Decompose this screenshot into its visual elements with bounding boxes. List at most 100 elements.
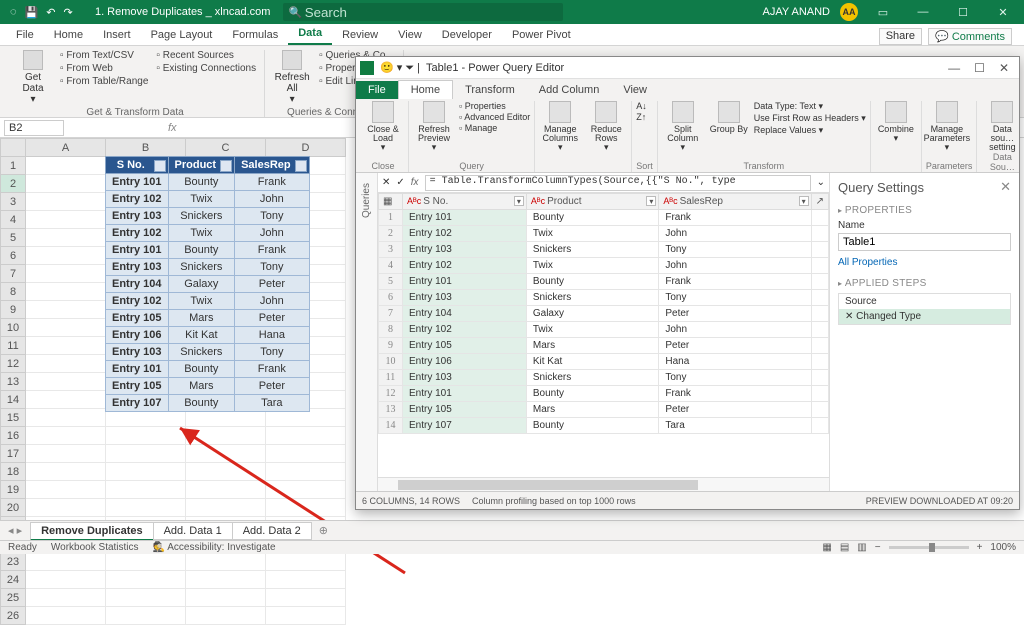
pq-col-header[interactable]: AᴮcSalesRep▾: [659, 194, 811, 210]
row-header[interactable]: 17: [1, 445, 26, 463]
pq-tab-view[interactable]: View: [611, 81, 659, 99]
cell[interactable]: [106, 499, 186, 517]
cell[interactable]: [26, 211, 106, 229]
table-row[interactable]: Entry 101BountyFrank: [106, 174, 310, 191]
share-button[interactable]: Share: [879, 28, 922, 45]
filter-dropdown-icon[interactable]: [220, 160, 232, 172]
cell[interactable]: [106, 463, 186, 481]
pq-row[interactable]: 10Entry 106Kit KatHana: [379, 354, 829, 370]
row-header[interactable]: 2: [1, 175, 26, 193]
pq-row[interactable]: 7Entry 104GalaxyPeter: [379, 306, 829, 322]
cell[interactable]: [26, 355, 106, 373]
cell[interactable]: [186, 463, 266, 481]
pq-col-header[interactable]: AᴮcS No.▾: [403, 194, 527, 210]
zoom-in-button[interactable]: +: [977, 542, 983, 553]
menu-tab-file[interactable]: File: [6, 25, 44, 45]
properties-section[interactable]: PROPERTIES: [838, 205, 1011, 216]
cell[interactable]: [106, 571, 186, 589]
get-data-button[interactable]: Get Data▾: [14, 50, 52, 105]
pq-col-header[interactable]: AᴮcProduct▾: [526, 194, 659, 210]
cell[interactable]: [106, 445, 186, 463]
cell[interactable]: [266, 607, 346, 625]
applied-steps-section[interactable]: APPLIED STEPS: [838, 278, 1011, 289]
pq-ribbon-link[interactable]: Data Type: Text ▾: [754, 101, 866, 112]
accessibility-status[interactable]: 🕵 Accessibility: Investigate: [153, 542, 276, 553]
pq-row[interactable]: 9Entry 105MarsPeter: [379, 338, 829, 354]
zoom-level[interactable]: 100%: [990, 542, 1016, 553]
row-header[interactable]: 24: [1, 571, 26, 589]
name-box[interactable]: B2: [4, 120, 64, 136]
applied-step[interactable]: Source: [839, 294, 1010, 309]
row-header[interactable]: 8: [1, 283, 26, 301]
row-header[interactable]: 6: [1, 247, 26, 265]
cell[interactable]: [106, 607, 186, 625]
cell[interactable]: [186, 427, 266, 445]
row-header[interactable]: 20: [1, 499, 26, 517]
manage-parameters-button[interactable]: Manage Parameters▾: [926, 101, 968, 152]
query-name-input[interactable]: [838, 233, 1011, 251]
table-row[interactable]: Entry 107BountyTara: [106, 395, 310, 412]
cell[interactable]: [26, 229, 106, 247]
search-input[interactable]: [283, 3, 563, 21]
pq-tab-transform[interactable]: Transform: [453, 81, 527, 99]
col-header[interactable]: C: [186, 139, 266, 157]
pq-row[interactable]: 12Entry 101BountyFrank: [379, 386, 829, 402]
pq-close-icon[interactable]: ✕: [999, 61, 1009, 75]
row-header[interactable]: 13: [1, 373, 26, 391]
fx-icon[interactable]: fx: [168, 122, 177, 134]
row-header[interactable]: 16: [1, 427, 26, 445]
cell[interactable]: [26, 463, 106, 481]
cell[interactable]: [26, 409, 106, 427]
table-row[interactable]: Entry 106Kit KatHana: [106, 327, 310, 344]
pq-ribbon-link[interactable]: Use First Row as Headers ▾: [754, 113, 866, 124]
cell[interactable]: [26, 319, 106, 337]
sheet-tab[interactable]: Add. Data 2: [232, 522, 312, 540]
view-page-layout-icon[interactable]: ▤: [840, 542, 849, 553]
comments-button[interactable]: 💬 Comments: [928, 28, 1012, 45]
pq-maximize-icon[interactable]: ☐: [974, 61, 985, 75]
cell[interactable]: [106, 427, 186, 445]
cell[interactable]: [186, 571, 266, 589]
col-header[interactable]: A: [26, 139, 106, 157]
table-row[interactable]: Entry 101BountyFrank: [106, 361, 310, 378]
zoom-out-button[interactable]: −: [875, 542, 881, 553]
avatar[interactable]: AA: [840, 3, 858, 21]
maximize-icon[interactable]: ☐: [948, 0, 978, 24]
pq-filter-icon[interactable]: ▾: [646, 196, 656, 206]
applied-step[interactable]: ✕ Changed Type: [839, 309, 1010, 324]
pq-close-icon[interactable]: ✕: [382, 177, 390, 188]
row-header[interactable]: 3: [1, 193, 26, 211]
pq-ribbon-link[interactable]: Replace Values ▾: [754, 125, 866, 136]
pq-row[interactable]: 11Entry 103SnickersTony: [379, 370, 829, 386]
pq-formula-text[interactable]: = Table.TransformColumnTypes(Source,{{"S…: [425, 175, 811, 191]
pq-filter-icon[interactable]: ▾: [799, 196, 809, 206]
cell[interactable]: [106, 589, 186, 607]
reduce-rows-button[interactable]: Reduce Rows▾: [585, 101, 627, 152]
pq-minimize-icon[interactable]: —: [948, 61, 960, 75]
queries-pane-collapsed[interactable]: Queries: [356, 173, 378, 491]
sheet-tab[interactable]: Remove Duplicates: [30, 522, 153, 541]
zoom-slider[interactable]: [889, 546, 969, 549]
filter-dropdown-icon[interactable]: [154, 160, 166, 172]
table-row[interactable]: Entry 105MarsPeter: [106, 310, 310, 327]
menu-tab-review[interactable]: Review: [332, 25, 388, 45]
pq-ribbon-link[interactable]: ▫ Manage: [459, 123, 530, 133]
add-sheet-button[interactable]: ⊕: [311, 524, 336, 537]
close-icon[interactable]: ✕: [988, 0, 1018, 24]
refresh-all-button[interactable]: Refresh All▾: [273, 50, 311, 105]
data-source-settings-button[interactable]: Data sou… setting: [981, 101, 1019, 152]
menu-tab-home[interactable]: Home: [44, 25, 93, 45]
redo-icon[interactable]: ↷: [63, 6, 72, 19]
row-header[interactable]: 25: [1, 589, 26, 607]
row-header[interactable]: 26: [1, 607, 26, 625]
minimize-icon[interactable]: —: [908, 0, 938, 24]
menu-tab-power-pivot[interactable]: Power Pivot: [502, 25, 581, 45]
pq-row[interactable]: 13Entry 105MarsPeter: [379, 402, 829, 418]
row-header[interactable]: 11: [1, 337, 26, 355]
cell[interactable]: [266, 499, 346, 517]
pq-fx-icon[interactable]: fx: [411, 177, 419, 188]
cell[interactable]: [26, 301, 106, 319]
cell[interactable]: [186, 553, 266, 571]
sort-desc-icon[interactable]: Z↑: [636, 112, 647, 122]
cell[interactable]: [26, 247, 106, 265]
